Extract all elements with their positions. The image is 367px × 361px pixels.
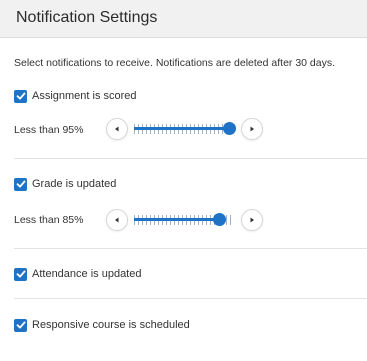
settings-header: Notification Settings	[0, 0, 367, 38]
checkmark-icon	[16, 92, 25, 100]
assignment-scored-checkbox[interactable]	[14, 89, 27, 103]
divider	[14, 248, 367, 249]
assignment-threshold-label: Less than 95%	[14, 124, 84, 136]
caret-right-icon	[250, 126, 254, 132]
page-title: Notification Settings	[16, 9, 158, 26]
checkmark-icon	[16, 321, 25, 329]
grade-decrease-button[interactable]	[106, 209, 128, 231]
divider	[14, 158, 367, 159]
intro-text: Select notifications to receive. Notific…	[14, 57, 336, 69]
assignment-scored-option[interactable]: Assignment is scored	[14, 89, 137, 103]
attendance-updated-label: Attendance is updated	[32, 268, 142, 280]
grade-threshold-slider[interactable]	[134, 213, 234, 227]
assignment-scored-label: Assignment is scored	[32, 90, 137, 102]
checkmark-icon	[16, 180, 25, 188]
slider-fill	[134, 218, 219, 221]
caret-left-icon	[115, 126, 119, 132]
slider-knob[interactable]	[213, 213, 226, 226]
grade-updated-label: Grade is updated	[32, 178, 117, 190]
attendance-updated-option[interactable]: Attendance is updated	[14, 267, 141, 281]
slider-fill	[134, 127, 229, 130]
attendance-updated-checkbox[interactable]	[14, 267, 27, 281]
grade-updated-checkbox[interactable]	[14, 177, 27, 191]
grade-updated-option[interactable]: Grade is updated	[14, 177, 116, 191]
caret-right-icon	[250, 217, 254, 223]
responsive-course-label: Responsive course is scheduled	[32, 319, 190, 331]
checkmark-icon	[16, 270, 25, 278]
grade-threshold-label: Less than 85%	[14, 214, 84, 226]
caret-left-icon	[115, 217, 119, 223]
responsive-course-option[interactable]: Responsive course is scheduled	[14, 318, 190, 332]
grade-increase-button[interactable]	[241, 209, 263, 231]
assignment-increase-button[interactable]	[241, 118, 263, 140]
responsive-course-checkbox[interactable]	[14, 318, 27, 332]
divider	[14, 298, 367, 299]
assignment-threshold-slider[interactable]	[134, 122, 236, 136]
slider-knob[interactable]	[223, 122, 236, 135]
assignment-decrease-button[interactable]	[106, 118, 128, 140]
